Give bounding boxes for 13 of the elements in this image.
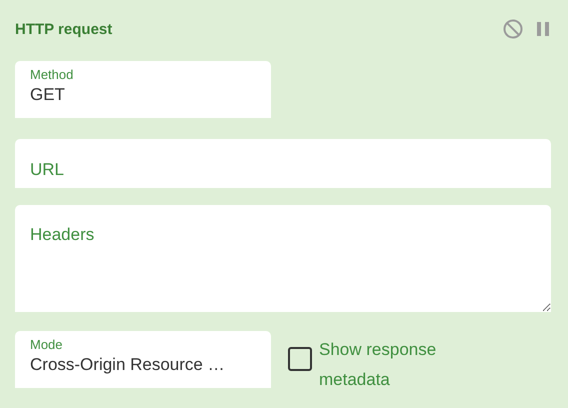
checkbox[interactable] xyxy=(288,347,312,371)
mode-field[interactable]: Mode Cross-Origin Resource … xyxy=(15,331,271,388)
pause-icon[interactable] xyxy=(537,22,549,36)
node-title: HTTP request xyxy=(15,20,112,38)
disable-icon[interactable] xyxy=(503,19,523,39)
url-field[interactable]: URL xyxy=(15,139,551,188)
field-value: GET xyxy=(30,84,66,106)
field-value: Cross-Origin Resource … xyxy=(30,354,226,376)
method-field[interactable]: Method GET xyxy=(15,61,271,118)
checkbox-label: Show response metadata xyxy=(319,339,438,391)
field-label: Method xyxy=(30,67,74,83)
field-label: Mode xyxy=(30,337,64,353)
headers-field[interactable]: Headers xyxy=(15,205,551,312)
